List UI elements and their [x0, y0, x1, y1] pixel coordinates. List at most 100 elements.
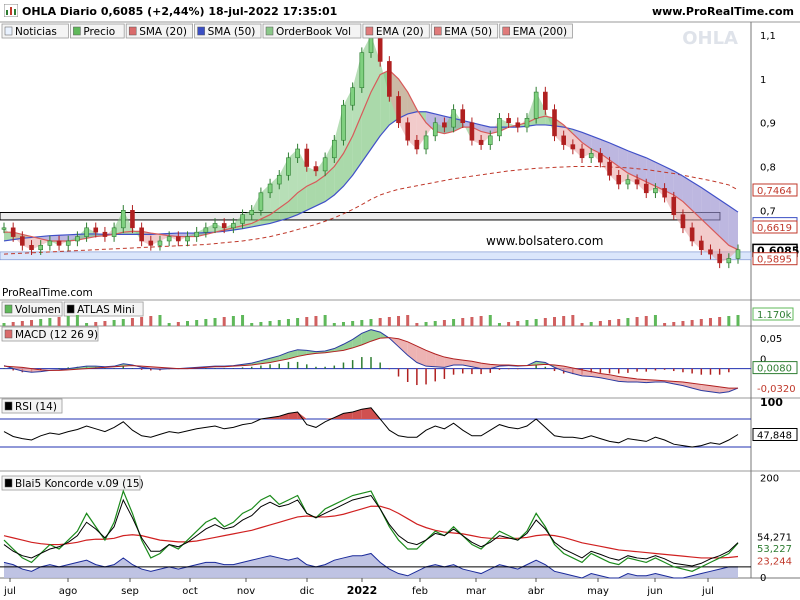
volume-bar — [653, 315, 657, 326]
volume-bar — [341, 322, 345, 326]
candle-body — [735, 249, 741, 259]
volume-bar — [571, 315, 575, 326]
candle-body — [680, 214, 686, 229]
volume-bar — [140, 317, 144, 326]
candle-body — [93, 227, 99, 233]
volume-bar — [608, 320, 612, 326]
koncorde-tick-label: 0 — [760, 573, 766, 584]
legend-label: SMA (50) — [208, 26, 256, 38]
volume-bar — [433, 321, 437, 326]
legend-swatch — [4, 478, 13, 488]
candle-body — [341, 104, 346, 141]
legend-swatch — [4, 26, 13, 36]
candle-body — [423, 135, 429, 150]
candle-body — [717, 253, 722, 264]
candle-body — [139, 227, 144, 242]
volume-bar — [369, 319, 373, 326]
volume-bar — [553, 317, 556, 326]
candle-body — [20, 236, 25, 246]
price-label: 0,6619 — [757, 223, 792, 234]
legend-swatch — [197, 26, 205, 36]
koncorde-blue-area — [4, 553, 738, 578]
time-tick-label: oct — [182, 586, 198, 597]
time-tick-label: abr — [528, 586, 545, 597]
volume-bar — [598, 321, 602, 326]
candle-body — [506, 118, 511, 124]
candle-body — [487, 135, 493, 145]
time-tick-label: jun — [646, 586, 662, 597]
candle-body — [570, 144, 576, 150]
price-tick-label: 0,7 — [760, 206, 776, 217]
candle-body — [194, 231, 199, 237]
candle-body — [322, 157, 328, 172]
volume-bar — [635, 317, 639, 326]
legend-swatch — [434, 26, 442, 36]
price-tick-label: 0,9 — [760, 119, 776, 130]
chart-canvas[interactable]: OHLA1,110,90,80,70,74640,66960,66190,608… — [0, 0, 800, 600]
candle-body — [625, 179, 631, 185]
volume-legend-label: ATLAS Mini — [77, 304, 135, 316]
candle-body — [120, 210, 126, 229]
candle-body — [176, 236, 181, 242]
legend-label: EMA (200) — [513, 26, 567, 38]
candle-body — [643, 183, 649, 194]
koncorde-value-label: 54,271 — [757, 533, 792, 544]
macd-value-label: 0,0080 — [757, 364, 792, 375]
volume-bar — [11, 322, 15, 326]
macd-signal-label: -0,0320 — [757, 384, 796, 395]
volume-bar — [222, 317, 226, 326]
volume-bar — [534, 319, 538, 326]
candle-body — [221, 223, 227, 229]
legend-label: EMA (50) — [444, 26, 492, 38]
candle-body — [65, 240, 71, 246]
legend-swatch — [4, 401, 13, 411]
candle-body — [157, 240, 163, 246]
time-tick-label: jul — [701, 586, 714, 597]
candle-body — [10, 227, 16, 237]
candle-body — [130, 210, 135, 229]
price-tick-label: 1,1 — [760, 31, 776, 42]
volume-bar — [488, 315, 492, 326]
volume-bar — [305, 317, 309, 326]
price-label: 0,7464 — [757, 186, 792, 197]
candle-body — [451, 109, 456, 128]
volume-bar — [681, 321, 685, 326]
volume-bar — [470, 317, 474, 326]
volume-bar — [241, 315, 245, 326]
candle-body — [359, 52, 365, 88]
volume-bar — [30, 320, 34, 326]
legend-swatch — [502, 26, 510, 36]
candle-body — [515, 122, 521, 128]
volume-bar — [452, 319, 456, 326]
legend-label: EMA (20) — [376, 26, 424, 38]
candle-body — [396, 96, 401, 124]
volume-bar — [66, 316, 70, 326]
volume-bar — [644, 316, 648, 326]
volume-bar — [296, 318, 300, 326]
time-tick-label: mar — [466, 586, 487, 597]
volume-bar — [708, 318, 712, 326]
volume-bar — [195, 320, 199, 326]
koncorde-value-label: 23,244 — [757, 556, 792, 567]
candle-body — [102, 231, 108, 237]
time-tick-label: sep — [121, 586, 139, 597]
candle-body — [240, 214, 245, 224]
volume-bar — [461, 318, 465, 326]
candle-body — [166, 236, 172, 242]
volume-bar — [507, 322, 511, 326]
volume-bar — [94, 322, 98, 326]
candle-body — [331, 139, 337, 159]
time-tick-label: feb — [412, 586, 428, 597]
volume-bar — [149, 316, 153, 326]
volume-bar — [314, 316, 318, 326]
legend-swatch — [265, 26, 274, 36]
candle-body — [579, 148, 585, 159]
candle-body — [469, 122, 475, 141]
candle-body — [47, 240, 53, 246]
volume-bar — [663, 323, 667, 326]
candle-body — [588, 153, 594, 159]
volume-bar — [415, 323, 419, 326]
candle-body — [543, 91, 548, 110]
support-zone — [0, 251, 752, 261]
volume-bar — [20, 321, 24, 326]
